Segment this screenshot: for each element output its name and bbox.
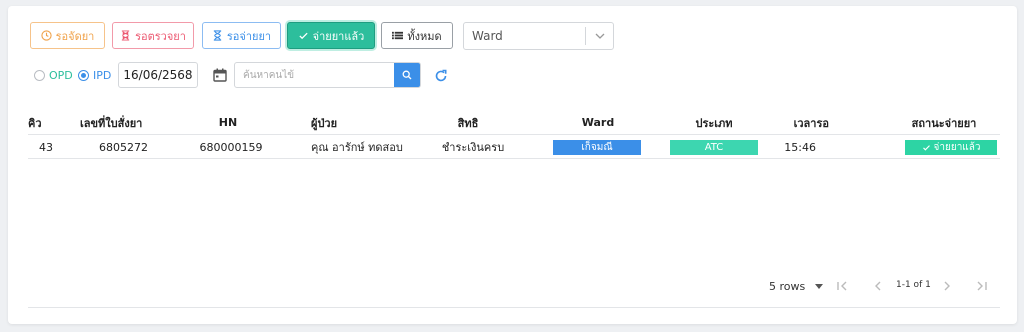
status-badge: จ่ายยาแล้ว	[905, 139, 997, 155]
wait-dispense-label: รอจ่ายยา	[226, 29, 272, 43]
ward-badge: เก็จมณี	[553, 139, 641, 155]
type-badge: ATC	[670, 139, 758, 155]
cell-hn: 680000159	[199, 140, 263, 154]
cell-ward: เก็จมณี	[553, 136, 641, 158]
check-icon	[298, 30, 309, 41]
cell-order-no: 6805272	[99, 140, 148, 154]
refresh-icon[interactable]	[434, 68, 448, 82]
cell-patient: คุณ อารักษ์ ทดสอบ	[311, 141, 403, 154]
col-right: สิทธิ	[457, 116, 479, 130]
footer-divider	[28, 307, 1000, 308]
rows-per-page-value: 5 rows	[769, 280, 806, 293]
all-label: ทั้งหมด	[407, 29, 442, 43]
radio-circle-selected[interactable]	[78, 70, 89, 81]
ward-select[interactable]: Ward	[463, 22, 614, 50]
all-button[interactable]: ทั้งหมด	[381, 22, 453, 49]
col-status: สถานะจ่ายยา	[911, 116, 977, 130]
col-wait-time: เวลารอ	[793, 116, 829, 130]
table-header: คิว เลขที่ใบสั่งยา HN ผู้ป่วย สิทธิ Ward…	[28, 111, 1000, 135]
wait-arrange-label: รอจัดยา	[55, 29, 95, 43]
table-row[interactable]: 43 6805272 680000159 คุณ อารักษ์ ทดสอบ ช…	[28, 136, 1000, 159]
ipd-radio[interactable]: IPD	[78, 69, 111, 82]
cell-type: ATC	[670, 136, 758, 158]
page-range: 1-1 of 1	[896, 280, 931, 290]
opd-label: OPD	[49, 69, 73, 82]
chevron-down-icon[interactable]	[586, 33, 613, 39]
main-card: รอจัดยา รอตรวจยา รอจ่ายยา จ่ายยาแล้ว ทั้…	[8, 6, 1017, 324]
ipd-label: IPD	[93, 69, 112, 82]
search-icon	[402, 70, 412, 80]
status-badge-label: จ่ายยาแล้ว	[933, 141, 981, 153]
wait-check-label: รอตรวจยา	[135, 29, 186, 43]
caret-down-icon	[815, 284, 824, 289]
prev-page-icon[interactable]	[872, 280, 884, 292]
col-order-no: เลขที่ใบสั่งยา	[80, 116, 143, 130]
rows-per-page-select[interactable]: 5 rows	[769, 280, 824, 293]
cell-right: ชำระเงินครบ	[441, 141, 505, 154]
col-type: ประเภท	[695, 116, 733, 130]
check-icon	[922, 144, 930, 151]
cell-wait-time: 15:46	[784, 140, 816, 154]
first-page-icon[interactable]	[836, 280, 848, 292]
opd-radio[interactable]: OPD	[34, 69, 73, 82]
radio-circle[interactable]	[34, 70, 45, 81]
list-icon	[392, 30, 404, 41]
cell-status: จ่ายยาแล้ว	[905, 136, 997, 158]
col-queue: คิว	[28, 116, 42, 130]
hourglass-icon	[212, 30, 223, 41]
calendar-icon[interactable]	[213, 67, 227, 82]
search-button[interactable]	[394, 63, 420, 87]
patient-search[interactable]	[234, 62, 421, 88]
hourglass-icon	[120, 30, 131, 41]
dispensed-label: จ่ายยาแล้ว	[312, 29, 365, 43]
wait-check-button[interactable]: รอตรวจยา	[112, 22, 194, 49]
wait-dispense-button[interactable]: รอจ่ายยา	[202, 22, 281, 49]
search-input[interactable]	[235, 63, 394, 87]
next-page-icon[interactable]	[941, 280, 953, 292]
col-patient: ผู้ป่วย	[311, 116, 338, 130]
dispensed-button[interactable]: จ่ายยาแล้ว	[287, 22, 375, 49]
cell-queue: 43	[39, 140, 53, 154]
wait-arrange-button[interactable]: รอจัดยา	[30, 22, 105, 49]
col-ward: Ward	[581, 116, 615, 129]
clock-icon	[40, 30, 52, 41]
ward-select-value: Ward	[472, 29, 503, 43]
col-hn: HN	[218, 116, 238, 129]
last-page-icon[interactable]	[976, 280, 988, 292]
date-field[interactable]: 16/06/2568	[118, 62, 198, 88]
